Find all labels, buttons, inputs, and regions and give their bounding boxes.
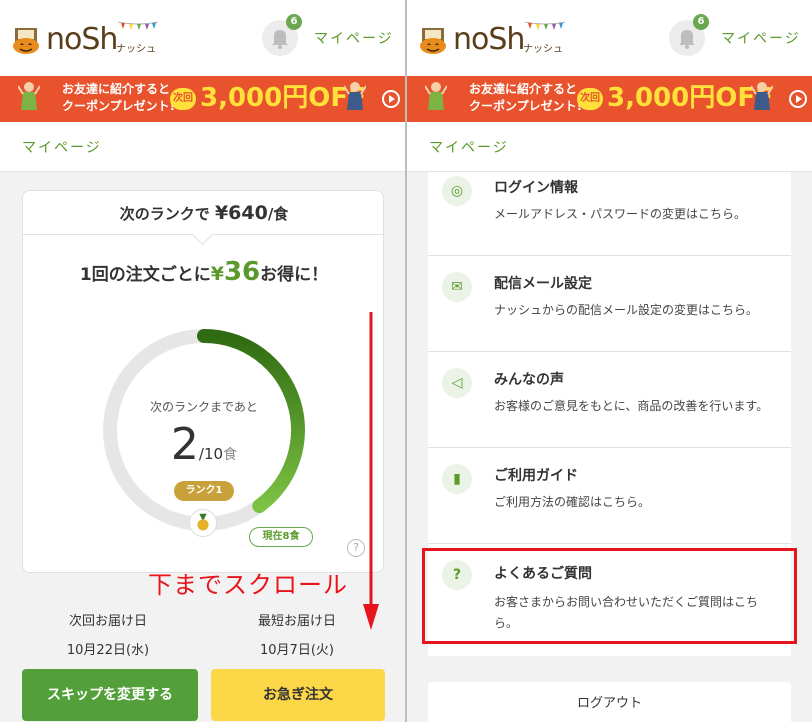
faq-highlight-box xyxy=(422,548,797,644)
breadcrumb: マイページ xyxy=(407,122,812,172)
next-delivery-date: 10月22日(水) xyxy=(66,643,150,658)
notification-button[interactable]: 6 xyxy=(262,14,302,56)
logo-text: noSh xyxy=(453,22,525,57)
next-rank-header: 次のランクで ¥640/食 xyxy=(23,191,385,235)
banner-text: お友達に紹介すると クーポンプレゼント! xyxy=(469,81,582,115)
pennant-icon xyxy=(525,21,565,30)
savings-amount: 36 xyxy=(223,257,261,287)
pumpkin-bag-icon xyxy=(13,28,39,54)
menu-title: ご利用ガイド xyxy=(494,468,578,484)
play-icon[interactable] xyxy=(382,90,400,108)
menu-item-mail-settings[interactable]: ✉ 配信メール設定 ナッシュからの配信メール設定の変更はこちら。 xyxy=(428,256,791,352)
logo-sub: ナッシュ xyxy=(116,44,156,55)
next-delivery: 次回お届け日 10月22日(水) xyxy=(8,610,208,658)
next-rank-prefix: 次のランクで xyxy=(119,205,210,223)
menu-title: ログイン情報 xyxy=(494,180,578,196)
rank-card: 次のランクで ¥640/食 1回の注文ごとに¥36お得に！ 次のランクまであと … xyxy=(22,190,385,573)
banner-price: 3,000円OFF xyxy=(200,83,366,113)
header: noSh ナッシュ 6 マイページ xyxy=(407,0,812,76)
breadcrumb-mypage[interactable]: マイページ xyxy=(22,137,102,157)
notification-button[interactable]: 6 xyxy=(669,14,709,56)
mypage-main: 次のランクで ¥640/食 1回の注文ごとに¥36お得に！ 次のランクまであと … xyxy=(0,172,405,722)
remaining-count: 2 xyxy=(170,419,199,470)
mypage-link[interactable]: マイページ xyxy=(721,28,801,48)
menu-item-guide[interactable]: ▮ ご利用ガイド ご利用方法の確認はこちら。 xyxy=(428,448,791,544)
menu-item-login-info[interactable]: ◎ ログイン情報 メールアドレス・パスワードの変更はこちら。 xyxy=(428,172,791,256)
mypage-link[interactable]: マイページ xyxy=(314,28,394,48)
referral-banner[interactable]: お友達に紹介すると クーポンプレゼント! 次回 3,000円OFF xyxy=(0,76,405,122)
express-order-button[interactable]: お急ぎ注文 xyxy=(211,669,385,721)
megaphone-icon: ◁ xyxy=(442,368,472,398)
referral-banner[interactable]: お友達に紹介すると クーポンプレゼント! 次回 3,000円OFF xyxy=(407,76,812,122)
person-illustration-icon xyxy=(751,82,773,110)
banner-badge: 次回 xyxy=(170,88,196,110)
count-unit: 食 xyxy=(223,447,238,463)
logout-button[interactable]: ログアウト xyxy=(428,682,791,722)
notification-badge: 6 xyxy=(286,14,302,30)
pennant-icon xyxy=(118,21,158,30)
banner-line2: クーポンプレゼント! xyxy=(469,99,583,113)
savings-suffix: お得に！ xyxy=(260,265,329,285)
banner-badge: 次回 xyxy=(577,88,603,110)
mail-icon: ✉ xyxy=(442,272,472,302)
total-count: /10 xyxy=(198,445,224,463)
left-screen: noSh ナッシュ 6 マイページ お友達に紹介すると クーポンプレゼント! 次… xyxy=(0,0,405,722)
banner-text: お友達に紹介すると クーポンプレゼント! xyxy=(62,81,175,115)
savings-yen: ¥ xyxy=(210,263,224,285)
breadcrumb: マイページ xyxy=(0,122,405,172)
nosh-logo[interactable]: noSh ナッシュ xyxy=(419,20,569,60)
savings-line: 1回の注文ごとに¥36お得に！ xyxy=(23,257,385,287)
gauge-count: 2/10食 xyxy=(23,419,385,470)
banner-line1: お友達に紹介すると xyxy=(62,82,171,96)
current-count-pill: 現在8食 xyxy=(249,527,313,547)
logo-text: noSh xyxy=(46,22,118,57)
logo-sub: ナッシュ xyxy=(523,44,563,55)
change-skip-button[interactable]: スキップを変更する xyxy=(22,669,198,721)
person-illustration-icon xyxy=(344,82,366,110)
medal-icon xyxy=(189,509,217,537)
notification-badge: 6 xyxy=(693,14,709,30)
user-icon: ◎ xyxy=(442,176,472,206)
play-icon[interactable] xyxy=(789,90,807,108)
savings-prefix: 1回の注文ごとに xyxy=(79,265,211,285)
breadcrumb-mypage[interactable]: マイページ xyxy=(429,137,509,157)
next-rank-price: ¥640 xyxy=(214,202,268,224)
rank-badge: ランク1 xyxy=(174,481,234,501)
menu-desc: お客様のご意見をもとに、商品の改善を行います。 xyxy=(494,399,769,413)
menu-desc: ご利用方法の確認はこちら。 xyxy=(494,495,651,509)
banner-price: 3,000円OFF xyxy=(607,83,773,113)
menu-desc: ナッシュからの配信メール設定の変更はこちら。 xyxy=(494,303,759,317)
earliest-delivery-date: 10月7日(火) xyxy=(260,643,334,658)
banner-line1: お友達に紹介すると xyxy=(469,82,578,96)
person-illustration-icon xyxy=(425,82,447,110)
header: noSh ナッシュ 6 マイページ xyxy=(0,0,405,76)
down-arrow-annotation-icon xyxy=(363,312,379,630)
medal-icon-svg xyxy=(197,513,209,531)
scroll-annotation: 下までスクロール xyxy=(148,571,348,599)
menu-title: みんなの声 xyxy=(494,372,564,388)
next-rank-suffix: /食 xyxy=(267,205,289,223)
nosh-logo[interactable]: noSh ナッシュ xyxy=(12,20,162,60)
pumpkin-bag-icon xyxy=(420,28,446,54)
banner-line2: クーポンプレゼント! xyxy=(62,99,176,113)
menu-title: 配信メール設定 xyxy=(494,276,592,292)
right-screen: noSh ナッシュ 6 マイページ お友達に紹介すると クーポンプレゼント! 次… xyxy=(407,0,812,722)
beginner-icon: ▮ xyxy=(442,464,472,494)
next-delivery-label: 次回お届け日 xyxy=(68,614,147,629)
menu-item-voices[interactable]: ◁ みんなの声 お客様のご意見をもとに、商品の改善を行います。 xyxy=(428,352,791,448)
person-illustration-icon xyxy=(18,82,40,110)
account-menu-area: ◎ ログイン情報 メールアドレス・パスワードの変更はこちら。 ✉ 配信メール設定… xyxy=(407,172,812,722)
gauge-label: 次のランクまであと xyxy=(150,400,258,414)
menu-desc: メールアドレス・パスワードの変更はこちら。 xyxy=(494,207,747,221)
